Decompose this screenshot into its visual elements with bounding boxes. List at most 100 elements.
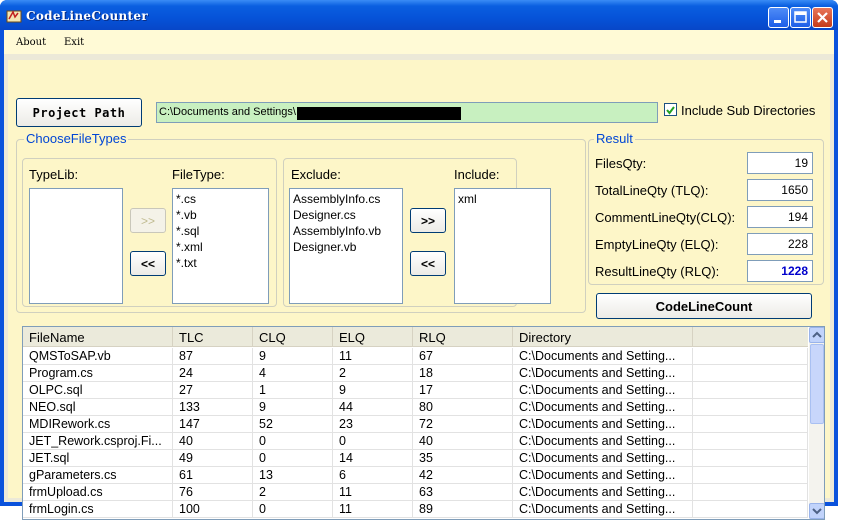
table-cell: 2	[253, 484, 333, 501]
results-grid: FileName TLC CLQ ELQ RLQ Directory QMSTo…	[22, 326, 825, 520]
table-cell-empty	[693, 399, 808, 416]
table-cell: 76	[173, 484, 253, 501]
filetype-listbox[interactable]: *.cs *.vb *.sql *.xml *.txt	[172, 188, 269, 304]
table-row[interactable]: JET.sql 49 0 14 35 C:\Documents and Setting..…	[23, 450, 808, 467]
table-cell: 80	[413, 399, 513, 416]
table-cell: 52	[253, 416, 333, 433]
table-cell: Program.cs	[23, 365, 173, 382]
table-row[interactable]: MDIRework.cs 147 52 23 72 C:\Documents and Se…	[23, 416, 808, 433]
elq-field[interactable]: 228	[747, 233, 813, 255]
project-path-button[interactable]: Project Path	[16, 98, 142, 127]
remove-filetype-button[interactable]: <<	[130, 251, 166, 276]
grid-scrollbar[interactable]	[809, 327, 824, 519]
close-button[interactable]	[812, 7, 833, 28]
table-cell: 40	[173, 433, 253, 450]
scroll-thumb[interactable]	[810, 344, 824, 424]
table-cell: C:\Documents and Setting...	[513, 416, 693, 433]
exclude-listbox[interactable]: AssemblyInfo.cs Designer.cs AssemblyInfo…	[289, 188, 403, 304]
column-header-filename[interactable]: FileName	[23, 327, 173, 347]
maximize-button[interactable]	[790, 7, 811, 28]
table-cell: C:\Documents and Setting...	[513, 399, 693, 416]
table-cell: 18	[413, 365, 513, 382]
chevron-up-icon	[812, 331, 822, 338]
table-cell: NEO.sql	[23, 399, 173, 416]
table-cell: 9	[253, 399, 333, 416]
checkmark-icon	[666, 106, 675, 115]
table-cell-empty	[693, 467, 808, 484]
table-cell-empty	[693, 416, 808, 433]
column-header-elq[interactable]: ELQ	[333, 327, 413, 347]
list-item[interactable]: *.cs	[176, 191, 265, 207]
table-cell: 63	[413, 484, 513, 501]
table-row[interactable]: QMSToSAP.vb 87 9 11 67 C:\Documents and Setti…	[23, 348, 808, 365]
rlq-field[interactable]: 1228	[747, 260, 813, 282]
table-cell-empty	[693, 450, 808, 467]
column-header-rlq[interactable]: RLQ	[413, 327, 513, 347]
redacted-path	[297, 107, 461, 120]
project-path-input[interactable]: C:\Documents and Settings\	[156, 102, 658, 123]
table-cell: C:\Documents and Setting...	[513, 348, 693, 365]
choose-filetypes-title: ChooseFileTypes	[24, 131, 129, 146]
table-cell: C:\Documents and Setting...	[513, 433, 693, 450]
files-qty-field[interactable]: 19	[747, 152, 813, 174]
list-item[interactable]: AssemblyInfo.cs	[293, 191, 399, 207]
column-header-tlc[interactable]: TLC	[173, 327, 253, 347]
exclude-label: Exclude:	[291, 167, 341, 182]
typelib-listbox[interactable]	[29, 188, 123, 304]
table-cell: 2	[333, 365, 413, 382]
list-item[interactable]: AssemblyInfo.vb	[293, 223, 399, 239]
list-item[interactable]: *.txt	[176, 255, 265, 271]
column-header-directory[interactable]: Directory	[513, 327, 693, 347]
list-item[interactable]: *.vb	[176, 207, 265, 223]
table-cell: 11	[333, 348, 413, 365]
remove-exclude-button[interactable]: <<	[410, 251, 446, 276]
clq-label: CommentLineQty(CLQ):	[595, 210, 736, 225]
table-cell: 49	[173, 450, 253, 467]
menu-exit[interactable]: Exit	[64, 37, 84, 48]
table-cell: 72	[413, 416, 513, 433]
table-cell: 13	[253, 467, 333, 484]
table-row[interactable]: gParameters.cs 61 13 6 42 C:\Documents and Se…	[23, 467, 808, 484]
project-path-value: C:\Documents and Settings\	[159, 106, 296, 118]
table-cell: 35	[413, 450, 513, 467]
title-bar[interactable]: CodeLineCounter	[0, 0, 838, 30]
table-row[interactable]: frmUpload.cs 76 2 11 63 C:\Documents and Sett…	[23, 484, 808, 501]
codelinecount-button[interactable]: CodeLineCount	[596, 293, 812, 319]
list-item[interactable]: xml	[458, 191, 547, 207]
table-cell: C:\Documents and Setting...	[513, 467, 693, 484]
menu-about[interactable]: About	[16, 37, 46, 48]
table-cell: 133	[173, 399, 253, 416]
table-row[interactable]: JET_Rework.csproj.Fi... 40 0 0 40 C:\Document…	[23, 433, 808, 450]
files-qty-label: FilesQty:	[595, 156, 647, 171]
table-cell: QMSToSAP.vb	[23, 348, 173, 365]
column-header-clq[interactable]: CLQ	[253, 327, 333, 347]
table-cell-empty	[693, 365, 808, 382]
menu-bar: About Exit	[4, 30, 834, 54]
table-cell: 40	[413, 433, 513, 450]
list-item[interactable]: Designer.cs	[293, 207, 399, 223]
table-row[interactable]: NEO.sql 133 9 44 80 C:\Documents and Setting.…	[23, 399, 808, 416]
clq-field[interactable]: 194	[747, 206, 813, 228]
table-cell: JET_Rework.csproj.Fi...	[23, 433, 173, 450]
minimize-button[interactable]	[768, 7, 789, 28]
list-item[interactable]: Designer.vb	[293, 239, 399, 255]
tlq-label: TotalLineQty (TLQ):	[595, 183, 709, 198]
list-item[interactable]: *.sql	[176, 223, 265, 239]
add-exclude-button[interactable]: >>	[410, 208, 446, 233]
scroll-down-button[interactable]	[809, 503, 824, 519]
scroll-up-button[interactable]	[809, 327, 824, 343]
chevron-down-icon	[812, 508, 822, 515]
typelib-label: TypeLib:	[29, 167, 79, 182]
table-row[interactable]: OLPC.sql 27 1 9 17 C:\Documents and Setting..…	[23, 382, 808, 399]
table-cell: 23	[333, 416, 413, 433]
include-listbox[interactable]: xml	[454, 188, 551, 304]
add-filetype-button[interactable]: >>	[130, 208, 166, 233]
table-cell: 14	[333, 450, 413, 467]
elq-label: EmptyLineQty (ELQ):	[595, 237, 719, 252]
list-item[interactable]: *.xml	[176, 239, 265, 255]
tlq-field[interactable]: 1650	[747, 179, 813, 201]
table-cell: MDIRework.cs	[23, 416, 173, 433]
rlq-label: ResultLineQty (RLQ):	[595, 264, 720, 279]
table-row[interactable]: Program.cs 24 4 2 18 C:\Documents and Setting…	[23, 365, 808, 382]
include-subdirs-checkbox[interactable]	[664, 103, 677, 116]
